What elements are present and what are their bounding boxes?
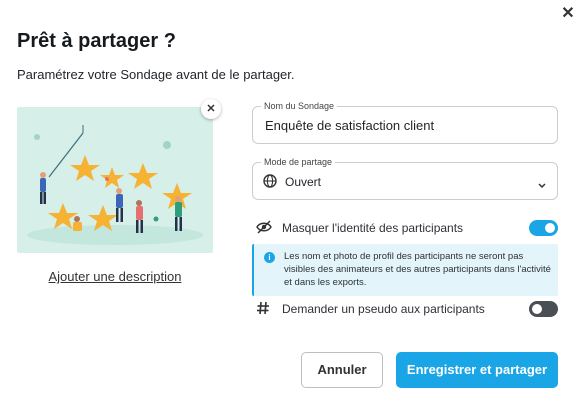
toggle-knob: [532, 304, 542, 314]
save-and-share-button[interactable]: Enregistrer et partager: [396, 352, 558, 388]
globe-icon: [263, 174, 277, 193]
sharing-mode-label: Mode de partage: [261, 156, 336, 168]
toggle-knob: [545, 223, 555, 233]
dialog-subtitle: Paramétrez votre Sondage avant de le par…: [17, 67, 295, 82]
add-description-link[interactable]: Ajouter une description: [17, 269, 213, 284]
cancel-button[interactable]: Annuler: [301, 352, 383, 388]
hashtag-icon: [256, 301, 270, 320]
mask-identity-toggle[interactable]: [529, 220, 558, 236]
chevron-down-icon: [537, 177, 547, 195]
dialog-title: Prêt à partager ?: [17, 30, 176, 52]
sharing-mode-select[interactable]: Mode de partage Ouvert: [252, 156, 558, 200]
info-icon: i: [264, 252, 275, 263]
remove-image-icon[interactable]: ✕: [201, 99, 221, 119]
mask-identity-label: Masquer l'identité des participants: [282, 221, 464, 235]
mask-identity-option: Masquer l'identité des participants: [256, 219, 558, 237]
sharing-mode-value: Ouvert: [285, 175, 322, 189]
cover-illustration: [17, 107, 213, 253]
identity-info-box: i Les nom et photo de profil des partici…: [252, 244, 558, 296]
survey-name-label: Nom du Sondage: [261, 100, 338, 112]
dialog-close-icon[interactable]: ✕: [560, 6, 576, 22]
pseudo-label: Demander un pseudo aux participants: [282, 302, 485, 316]
pseudo-option: Demander un pseudo aux participants: [256, 300, 558, 318]
pseudo-toggle[interactable]: [529, 301, 558, 317]
eye-off-icon: [256, 220, 272, 239]
identity-info-text: Les nom et photo de profil des participa…: [284, 251, 551, 288]
survey-name-field[interactable]: Nom du Sondage Enquête de satisfaction c…: [252, 100, 558, 144]
survey-name-value[interactable]: Enquête de satisfaction client: [265, 118, 434, 133]
